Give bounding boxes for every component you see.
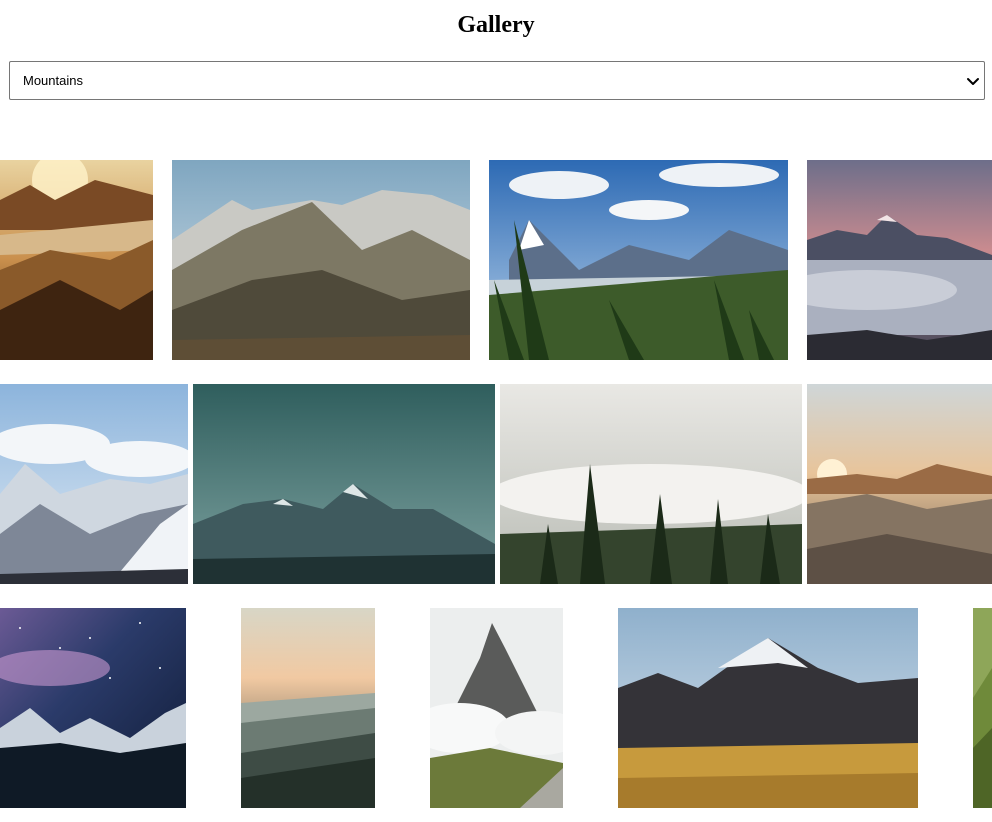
photo-valley-with-pines[interactable] bbox=[489, 160, 788, 360]
photo-snowy-range-clouds[interactable] bbox=[0, 384, 188, 584]
photo-hazy-layered-hills[interactable] bbox=[241, 608, 375, 808]
photo-rocky-alpine-peaks[interactable] bbox=[172, 160, 470, 360]
category-select-value: Mountains bbox=[23, 73, 83, 88]
photo-peak-above-clouds[interactable] bbox=[807, 160, 992, 360]
photo-peak-in-clouds[interactable] bbox=[430, 608, 563, 808]
photo-misty-pine-forest[interactable] bbox=[500, 384, 802, 584]
page-title: Gallery bbox=[457, 12, 535, 38]
photo-desert-mountain-sunset[interactable] bbox=[0, 160, 153, 360]
photo-green-slope-edge[interactable] bbox=[973, 608, 992, 808]
photo-golden-meadow-peak[interactable] bbox=[618, 608, 918, 808]
photo-desert-dunes-sunrise[interactable] bbox=[807, 384, 992, 584]
photo-teal-dusk-peaks[interactable] bbox=[193, 384, 495, 584]
chevron-down-icon bbox=[967, 78, 979, 85]
photo-milky-way-mountains[interactable] bbox=[0, 608, 186, 808]
category-select[interactable]: Mountains bbox=[9, 61, 985, 100]
